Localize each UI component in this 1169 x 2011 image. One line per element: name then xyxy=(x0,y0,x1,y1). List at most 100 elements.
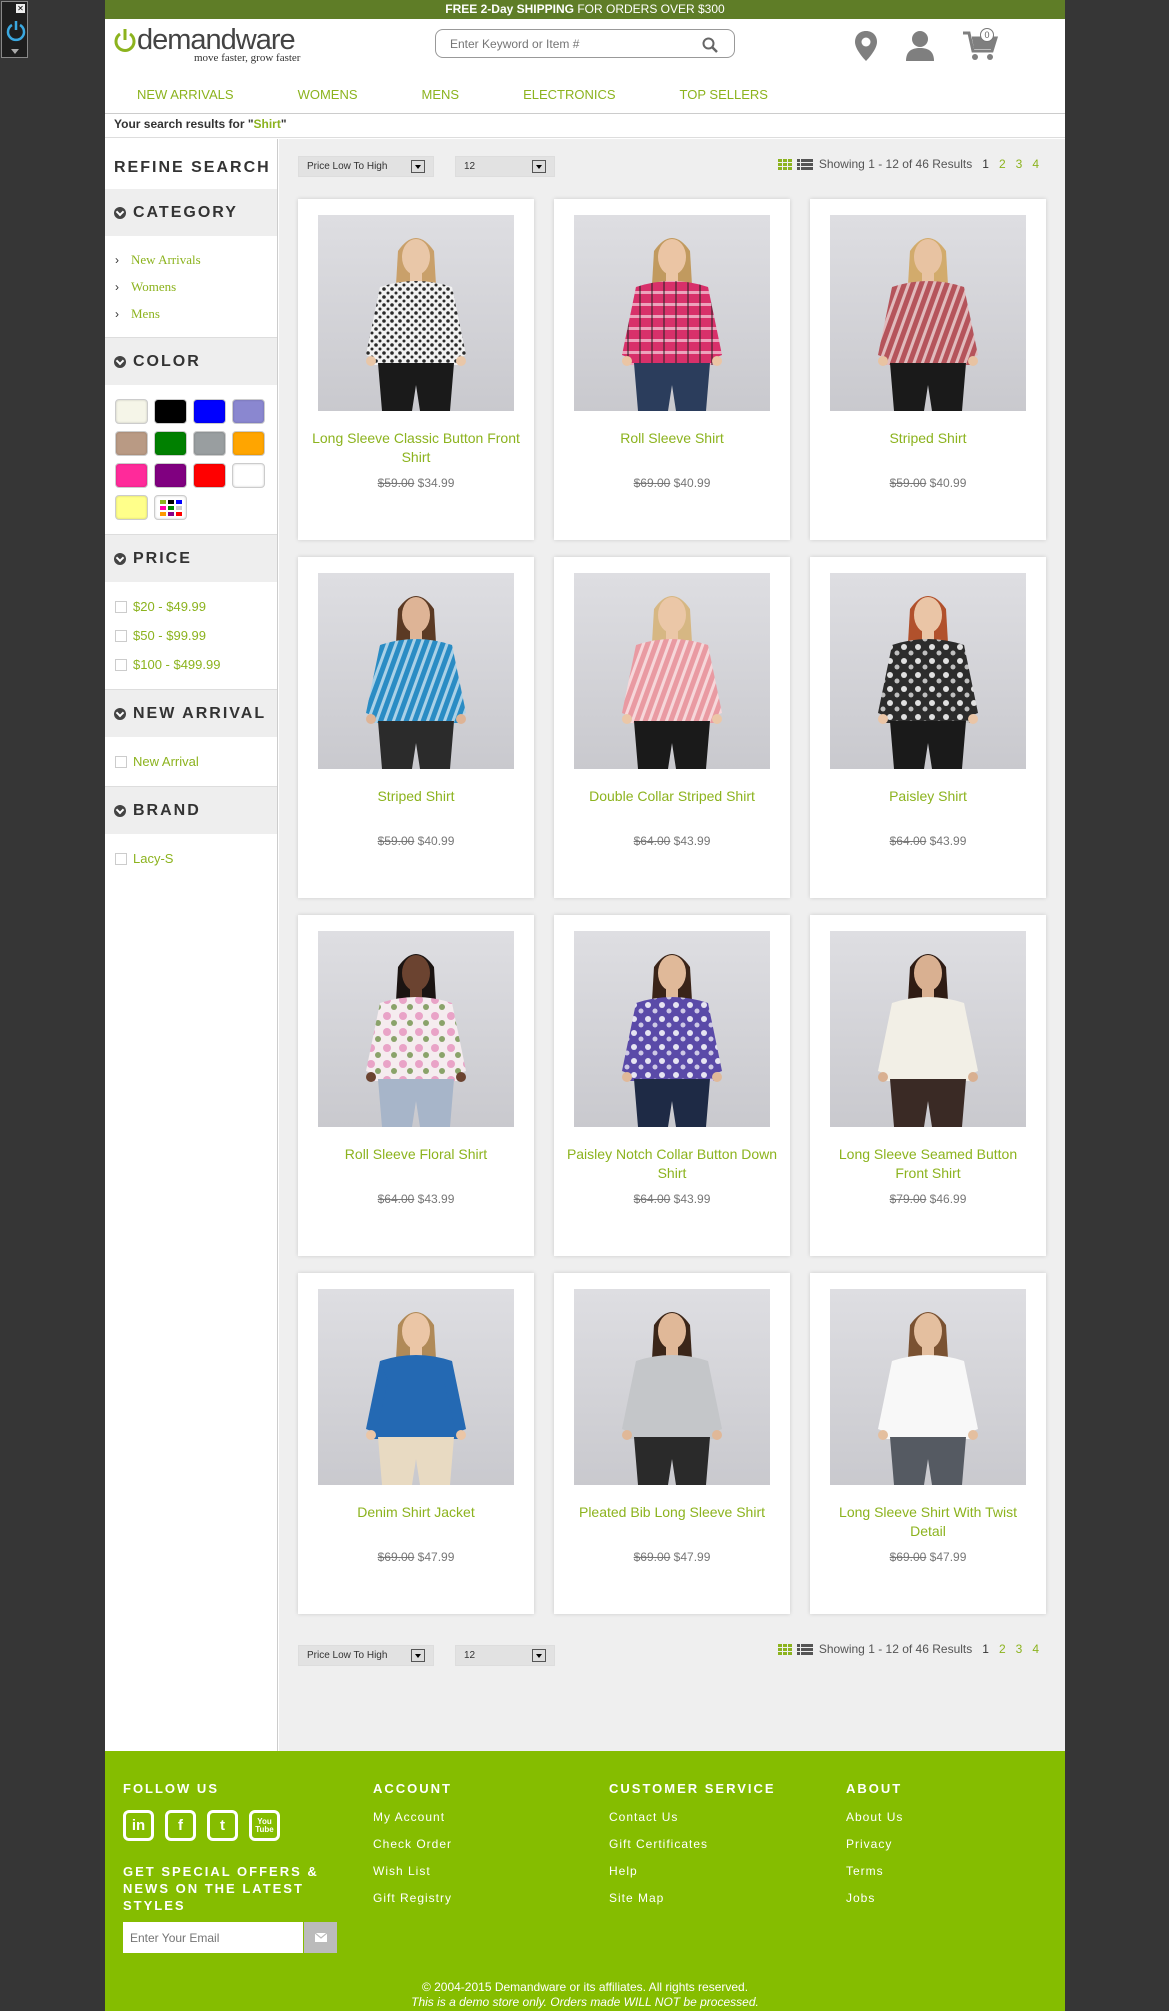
product-name[interactable]: Pleated Bib Long Sleeve Shirt xyxy=(566,1503,778,1522)
color-swatch[interactable] xyxy=(232,463,265,488)
product-image[interactable] xyxy=(574,931,770,1127)
product-tile[interactable]: Pleated Bib Long Sleeve Shirt $69.00 $47.… xyxy=(554,1273,790,1614)
nav-mens[interactable]: MENS xyxy=(422,81,460,113)
checkbox[interactable] xyxy=(115,755,127,768)
product-image[interactable] xyxy=(318,215,514,411)
price-option[interactable]: $50 - $99.99 xyxy=(115,621,277,650)
new_arrival-option[interactable]: New Arrival xyxy=(115,747,277,776)
footer-link[interactable]: Gift Registry xyxy=(373,1891,452,1905)
product-tile[interactable]: Striped Shirt $59.00 $40.99 xyxy=(298,557,534,898)
page-link-2[interactable]: 2 xyxy=(999,1642,1006,1656)
close-icon[interactable]: ✕ xyxy=(16,4,25,13)
page-link-2[interactable]: 2 xyxy=(999,157,1006,171)
page-link-4[interactable]: 4 xyxy=(1032,1642,1039,1656)
grid-view-icon[interactable] xyxy=(777,1643,793,1655)
footer-link[interactable]: Wish List xyxy=(373,1864,452,1878)
nav-new-arrivals[interactable]: NEW ARRIVALS xyxy=(137,81,234,113)
logo[interactable]: demandware move faster, grow faster xyxy=(114,25,300,64)
mini-cart[interactable]: 0 xyxy=(962,26,998,66)
grid-view-icon[interactable] xyxy=(777,158,793,170)
page-link-3[interactable]: 3 xyxy=(1016,157,1023,171)
product-tile[interactable]: Paisley Shirt $64.00 $43.99 xyxy=(810,557,1046,898)
footer-link[interactable]: Terms xyxy=(846,1864,903,1878)
product-image[interactable] xyxy=(830,1289,1026,1485)
product-name[interactable]: Denim Shirt Jacket xyxy=(310,1503,522,1522)
color-swatch[interactable] xyxy=(115,431,148,456)
product-name[interactable]: Paisley Notch Collar Button Down Shirt xyxy=(566,1145,778,1183)
product-name[interactable]: Double Collar Striped Shirt xyxy=(566,787,778,806)
color-swatch[interactable] xyxy=(232,431,265,456)
color-swatch[interactable] xyxy=(115,463,148,488)
facet-brand-header[interactable]: BRAND xyxy=(105,787,277,834)
sort-select[interactable]: Price Low To High xyxy=(298,1645,434,1666)
facebook-icon[interactable]: f xyxy=(165,1810,196,1841)
page-size-select[interactable]: 12 xyxy=(455,1645,555,1666)
store-locator[interactable] xyxy=(854,26,878,66)
footer-link[interactable]: My Account xyxy=(373,1810,452,1824)
color-swatch[interactable] xyxy=(115,399,148,424)
color-swatch[interactable] xyxy=(193,431,226,456)
linkedin-icon[interactable]: in xyxy=(123,1810,154,1841)
footer-link[interactable]: Privacy xyxy=(846,1837,903,1851)
category-link[interactable]: › Mens xyxy=(115,300,277,327)
facet-color-header[interactable]: COLOR xyxy=(105,338,277,385)
email-input[interactable] xyxy=(123,1922,303,1953)
page-link-1[interactable]: 1 xyxy=(982,157,989,171)
product-name[interactable]: Paisley Shirt xyxy=(822,787,1034,806)
product-tile[interactable]: Paisley Notch Collar Button Down Shirt $6… xyxy=(554,915,790,1256)
category-link[interactable]: › New Arrivals xyxy=(115,246,277,273)
product-image[interactable] xyxy=(574,573,770,769)
color-swatch[interactable] xyxy=(115,495,148,520)
color-swatch[interactable] xyxy=(154,431,187,456)
list-view-icon[interactable] xyxy=(796,1643,813,1655)
footer-link[interactable]: Help xyxy=(609,1864,776,1878)
color-swatch[interactable] xyxy=(154,463,187,488)
footer-link[interactable]: Check Order xyxy=(373,1837,452,1851)
list-view-icon[interactable] xyxy=(796,158,813,170)
checkbox[interactable] xyxy=(115,629,127,642)
search-input[interactable] xyxy=(450,30,700,57)
product-tile[interactable]: Roll Sleeve Floral Shirt $64.00 $43.99 xyxy=(298,915,534,1256)
product-tile[interactable]: Roll Sleeve Shirt $69.00 $40.99 xyxy=(554,199,790,540)
product-name[interactable]: Long Sleeve Classic Button Front Shirt xyxy=(310,429,522,467)
product-tile[interactable]: Long Sleeve Classic Button Front Shirt $5… xyxy=(298,199,534,540)
footer-link[interactable]: Gift Certificates xyxy=(609,1837,776,1851)
nav-top-sellers[interactable]: TOP SELLERS xyxy=(680,81,768,113)
brand-option[interactable]: Lacy-S xyxy=(115,844,277,873)
footer-link[interactable]: Site Map xyxy=(609,1891,776,1905)
checkbox[interactable] xyxy=(115,600,127,613)
color-swatch[interactable] xyxy=(154,399,187,424)
page-link-1[interactable]: 1 xyxy=(982,1642,989,1656)
product-image[interactable] xyxy=(830,931,1026,1127)
facet-price-header[interactable]: PRICE xyxy=(105,535,277,582)
color-swatch[interactable] xyxy=(154,495,187,520)
email-submit-button[interactable] xyxy=(304,1922,337,1953)
page-link-3[interactable]: 3 xyxy=(1016,1642,1023,1656)
color-swatch[interactable] xyxy=(193,463,226,488)
twitter-icon[interactable]: t xyxy=(207,1810,238,1841)
product-image[interactable] xyxy=(318,931,514,1127)
nav-womens[interactable]: WOMENS xyxy=(298,81,358,113)
price-option[interactable]: $20 - $49.99 xyxy=(115,592,277,621)
chevron-down-icon[interactable] xyxy=(11,49,19,54)
product-tile[interactable]: Long Sleeve Seamed Button Front Shirt $79… xyxy=(810,915,1046,1256)
category-link[interactable]: › Womens xyxy=(115,273,277,300)
page-size-select[interactable]: 12 xyxy=(455,156,555,177)
account-link[interactable] xyxy=(905,26,935,66)
product-image[interactable] xyxy=(830,215,1026,411)
checkbox[interactable] xyxy=(115,658,127,671)
product-name[interactable]: Striped Shirt xyxy=(822,429,1034,448)
product-image[interactable] xyxy=(318,1289,514,1485)
product-image[interactable] xyxy=(574,1289,770,1485)
color-swatch[interactable] xyxy=(232,399,265,424)
price-option[interactable]: $100 - $499.99 xyxy=(115,650,277,679)
footer-link[interactable]: Jobs xyxy=(846,1891,903,1905)
product-tile[interactable]: Double Collar Striped Shirt $64.00 $43.99 xyxy=(554,557,790,898)
product-image[interactable] xyxy=(830,573,1026,769)
search-icon[interactable] xyxy=(702,37,718,53)
sort-select[interactable]: Price Low To High xyxy=(298,156,434,177)
product-name[interactable]: Long Sleeve Seamed Button Front Shirt xyxy=(822,1145,1034,1183)
color-swatch[interactable] xyxy=(193,399,226,424)
power-icon[interactable] xyxy=(6,20,26,42)
footer-link[interactable]: Contact Us xyxy=(609,1810,776,1824)
